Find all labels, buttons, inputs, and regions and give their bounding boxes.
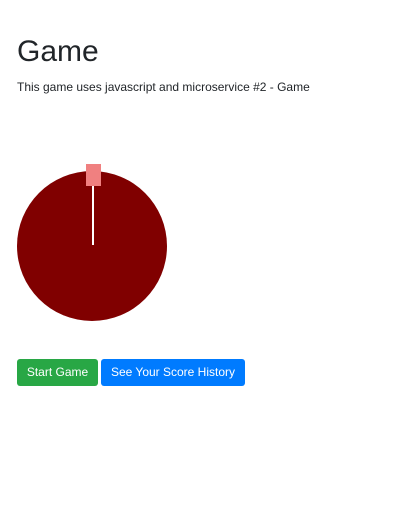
score-history-button[interactable]: See Your Score History (101, 359, 245, 386)
start-game-button[interactable]: Start Game (17, 359, 98, 386)
game-target-marker (86, 164, 101, 186)
page-subtitle: This game uses javascript and microservi… (17, 80, 310, 94)
page-container: Game This game uses javascript and micro… (0, 0, 407, 526)
game-area (17, 163, 167, 323)
game-canvas[interactable] (17, 163, 167, 323)
page-title: Game (17, 35, 99, 68)
